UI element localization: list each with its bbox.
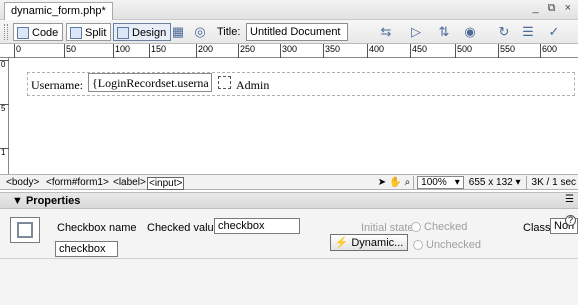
code-view-label: Code [32,26,59,39]
window-size-select[interactable]: 655 x 132 ▾ [467,177,523,188]
properties-panel: Checkbox name checkbox Checked value che… [0,209,578,305]
vruler-label: 1 [0,148,9,157]
preview-browser-icon[interactable]: ▷ [408,24,424,40]
help-icon[interactable]: ? [565,215,576,226]
tag-selector-label[interactable]: <label> [113,177,146,188]
properties-divider [0,258,578,259]
design-view-label: Design [132,26,167,39]
ruler-label: 0 [14,44,21,58]
design-view-button[interactable]: Design [113,23,172,41]
document-tab[interactable]: dynamic_form.php* [4,2,113,20]
username-label: Username: [31,78,83,92]
radio-dot [413,240,423,250]
ruler-label: 400 [367,44,384,58]
window-size-value: 655 x 132 [468,177,513,188]
split-view-button[interactable]: Split [66,23,112,41]
ruler-label: 600 [540,44,557,58]
select-tool-icon[interactable]: ➤ [378,177,386,188]
view-options-icon[interactable]: ◉ [462,24,478,40]
tag-selector-body[interactable]: <body> [6,177,39,188]
zoom-value: 100% [421,177,447,188]
checked-value-label: Checked value [147,222,220,234]
ruler-label: 550 [498,44,515,58]
checkbox-name-label: Checkbox name [57,222,137,234]
admin-label: Admin [236,78,270,92]
properties-title-text: Properties [25,195,81,207]
ruler-label: 150 [149,44,166,58]
code-view-button[interactable]: Code [13,23,64,41]
vruler-label: 0 [0,60,9,69]
visual-aids-icon[interactable]: ☰ [520,24,536,40]
check-page-icon[interactable]: ✓ [546,24,562,40]
admin-checkbox[interactable] [218,76,231,89]
checked-radio[interactable]: Checked [411,221,467,233]
vertical-ruler: 0 5 1 [0,58,9,174]
horizontal-ruler: 0 50 100 150 200 250 300 350 400 450 500… [0,44,578,58]
split-view-icon [70,26,82,39]
zoom-tool-icon[interactable]: ⌕ [405,177,411,188]
zoom-select[interactable]: 100% ▾ [417,176,464,189]
status-divider [525,176,527,189]
properties-header[interactable]: ▼ Properties ☰ [0,192,578,209]
checked-radio-label: Checked [424,221,468,233]
live-code-icon[interactable]: ▦ [170,24,186,40]
unchecked-radio-label: Unchecked [426,239,482,251]
design-view-icon [117,26,129,39]
ruler-label: 200 [196,44,213,58]
document-title-bar: dynamic_form.php* _ ⧉ × [0,0,578,20]
download-size: 3K / 1 sec [531,177,576,188]
status-bar: <body> <form#form1> <label> <input> ➤ ✋ … [0,174,578,190]
ruler-label: 100 [113,44,130,58]
tag-selector-input[interactable]: <input> [147,177,185,190]
live-view-icon[interactable]: ◎ [192,24,208,40]
ruler-label: 500 [455,44,472,58]
status-divider [413,176,415,189]
refresh-design-icon[interactable]: ⇅ [436,24,452,40]
tag-selector-form[interactable]: <form#form1> [46,177,109,188]
radio-dot [411,222,421,232]
document-toolbar: Code Split Design ▦ ◎ Title: ⇆ ▷ ⇅ ◉ ↻ ☰… [0,20,578,44]
vruler-label: 5 [0,104,9,113]
chevron-down-icon: ▾ [454,177,460,188]
ruler-label: 350 [323,44,340,58]
reload-icon[interactable]: ↻ [496,24,512,40]
window-controls[interactable]: _ ⧉ × [532,2,574,15]
status-tools: ➤ ✋ ⌕ 100% ▾ 655 x 132 ▾ 3K / 1 sec [378,176,578,189]
initial-state-label: Initial state [361,222,414,234]
properties-title: ▼ Properties [12,195,81,207]
checkbox-element-icon [10,217,40,243]
checkbox-name-input[interactable]: checkbox [55,241,118,257]
panel-options-icon[interactable]: ☰ [565,194,574,205]
checked-value-input[interactable]: checkbox [214,218,300,234]
unchecked-radio[interactable]: Unchecked [413,239,481,251]
ruler-label: 450 [410,44,427,58]
username-input[interactable]: {LoginRecordset.userna [88,73,212,92]
title-label: Title: [217,26,241,38]
code-view-icon [17,26,29,39]
dynamic-button-label: Dynamic... [351,236,404,249]
file-management-icon[interactable]: ⇆ [378,24,394,40]
dynamic-button[interactable]: ⚡ Dynamic... [330,234,408,251]
toolbar-grip[interactable] [4,24,8,40]
class-label: Class [523,222,551,234]
document-title-input[interactable] [246,23,348,41]
document-tab-label: dynamic_form.php* [11,5,106,17]
lightning-icon: ⚡ [334,237,349,249]
hand-tool-icon[interactable]: ✋ [389,177,401,188]
ruler-label: 300 [280,44,297,58]
split-view-label: Split [85,26,107,39]
ruler-label: 250 [238,44,255,58]
ruler-label: 50 [64,44,76,58]
